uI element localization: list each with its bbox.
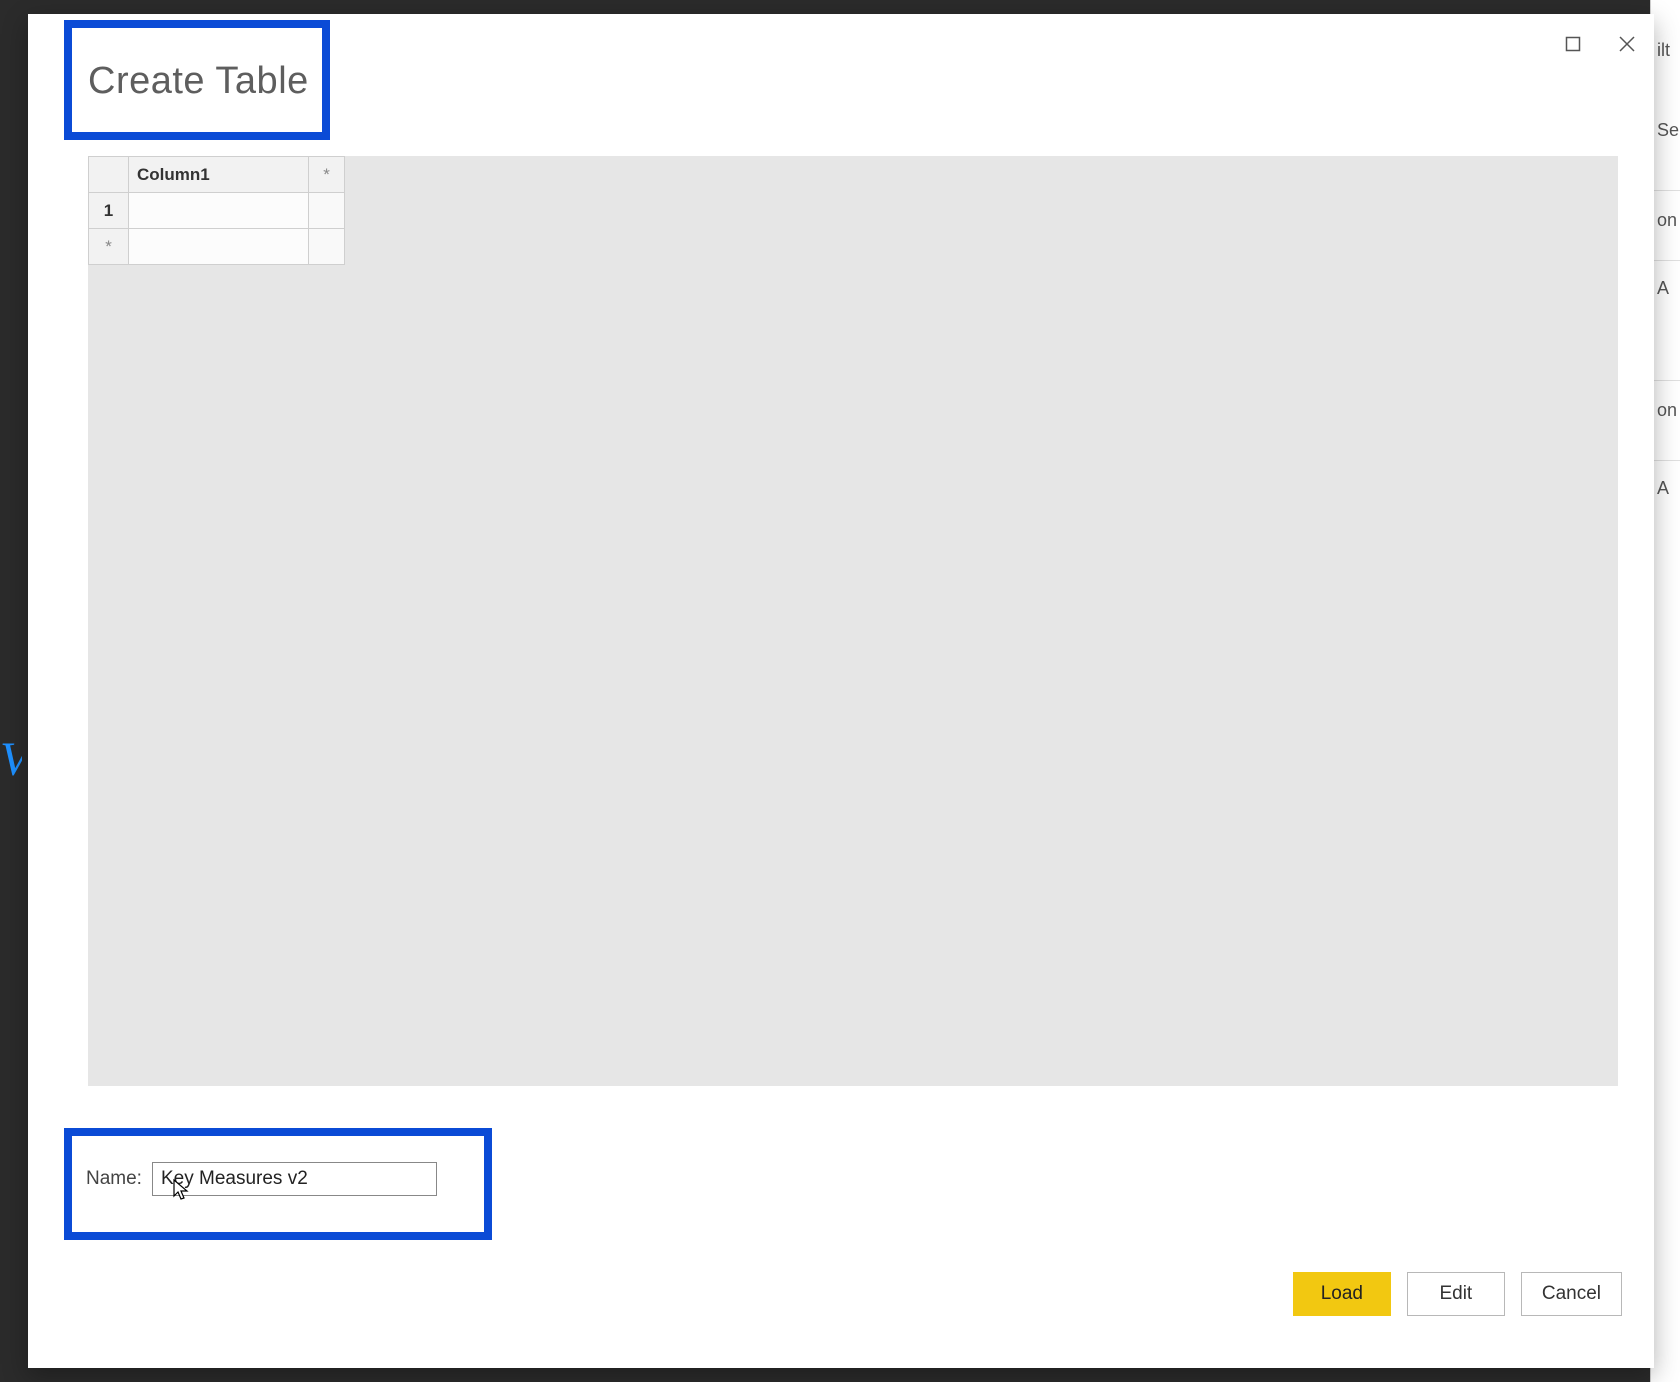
dialog-title: Create Table — [88, 60, 309, 103]
bg-divider — [1651, 460, 1680, 461]
window-titlebar — [1546, 14, 1654, 74]
bg-divider — [1651, 190, 1680, 191]
dialog-button-row: Load Edit Cancel — [1293, 1272, 1622, 1316]
grid-add-column[interactable]: * — [309, 157, 345, 193]
maximize-button[interactable] — [1546, 22, 1600, 66]
bg-fragment: A — [1657, 278, 1669, 299]
close-button[interactable] — [1600, 22, 1654, 66]
grid-row-header[interactable]: 1 — [89, 193, 129, 229]
grid-cell-empty[interactable] — [129, 229, 309, 265]
bg-fragment: Se — [1657, 120, 1679, 141]
bg-fragment: on — [1657, 210, 1677, 231]
bg-blue-sliver: V — [0, 730, 22, 790]
grid-cell-empty — [309, 193, 345, 229]
bg-fragment: on — [1657, 400, 1677, 421]
grid-cell-empty — [309, 229, 345, 265]
grid-cell[interactable] — [129, 193, 309, 229]
bg-divider — [1651, 380, 1680, 381]
data-grid-area[interactable]: Column1 * 1 * — [88, 156, 1618, 1086]
create-table-dialog: Create Table Column1 * 1 * Name: — [28, 14, 1654, 1368]
maximize-icon — [1565, 36, 1581, 52]
grid-header-row: Column1 * — [89, 157, 345, 193]
edit-button[interactable]: Edit — [1407, 1272, 1505, 1316]
grid-row: 1 — [89, 193, 345, 229]
name-input[interactable] — [152, 1162, 437, 1196]
grid-add-row: * — [89, 229, 345, 265]
load-button[interactable]: Load — [1293, 1272, 1391, 1316]
background-right-panel: ilt Se on A on A — [1650, 0, 1680, 1382]
data-grid[interactable]: Column1 * 1 * — [88, 156, 345, 265]
bg-fragment: ilt — [1657, 40, 1670, 61]
grid-column-header[interactable]: Column1 — [129, 157, 309, 193]
grid-corner-cell — [89, 157, 129, 193]
cancel-button[interactable]: Cancel — [1521, 1272, 1622, 1316]
bg-divider — [1651, 260, 1680, 261]
name-label: Name: — [86, 1168, 142, 1190]
name-row: Name: — [86, 1162, 437, 1196]
close-icon — [1618, 35, 1636, 53]
grid-add-row-marker[interactable]: * — [89, 229, 129, 265]
bg-fragment: A — [1657, 478, 1669, 499]
